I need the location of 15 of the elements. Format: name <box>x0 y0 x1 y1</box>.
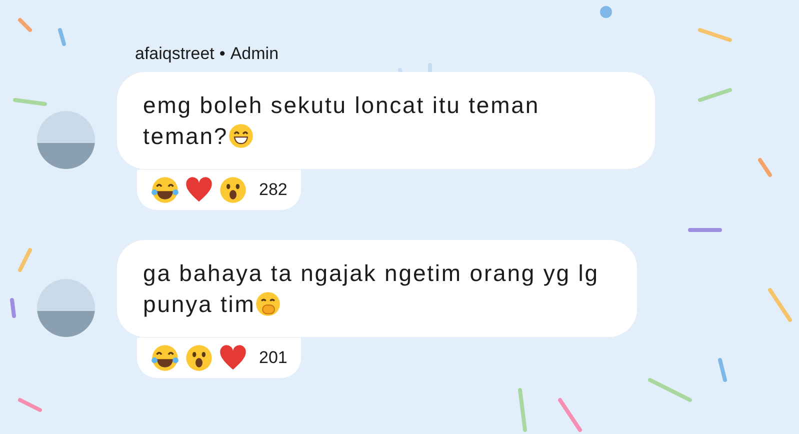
reactions-bar[interactable]: 201 <box>137 337 302 378</box>
message-text: ga bahaya ta ngajak ngetim orang yg lg punya tim <box>143 260 599 317</box>
sender-role: Admin <box>230 44 279 64</box>
sender-name[interactable]: afaiqstreet <box>135 44 214 64</box>
reaction-count: 201 <box>259 348 288 368</box>
reaction-count: 282 <box>259 180 288 200</box>
surprised-face-icon <box>219 176 247 204</box>
heart-icon <box>219 344 247 372</box>
heart-icon <box>185 176 213 204</box>
laughing-face-icon <box>151 344 179 372</box>
separator: • <box>219 44 226 64</box>
reactions-bar[interactable]: 282 <box>137 169 302 210</box>
laughing-face-icon <box>151 176 179 204</box>
surprised-face-icon <box>185 344 213 372</box>
message-text: emg boleh sekutu loncat itu teman teman? <box>143 92 540 149</box>
